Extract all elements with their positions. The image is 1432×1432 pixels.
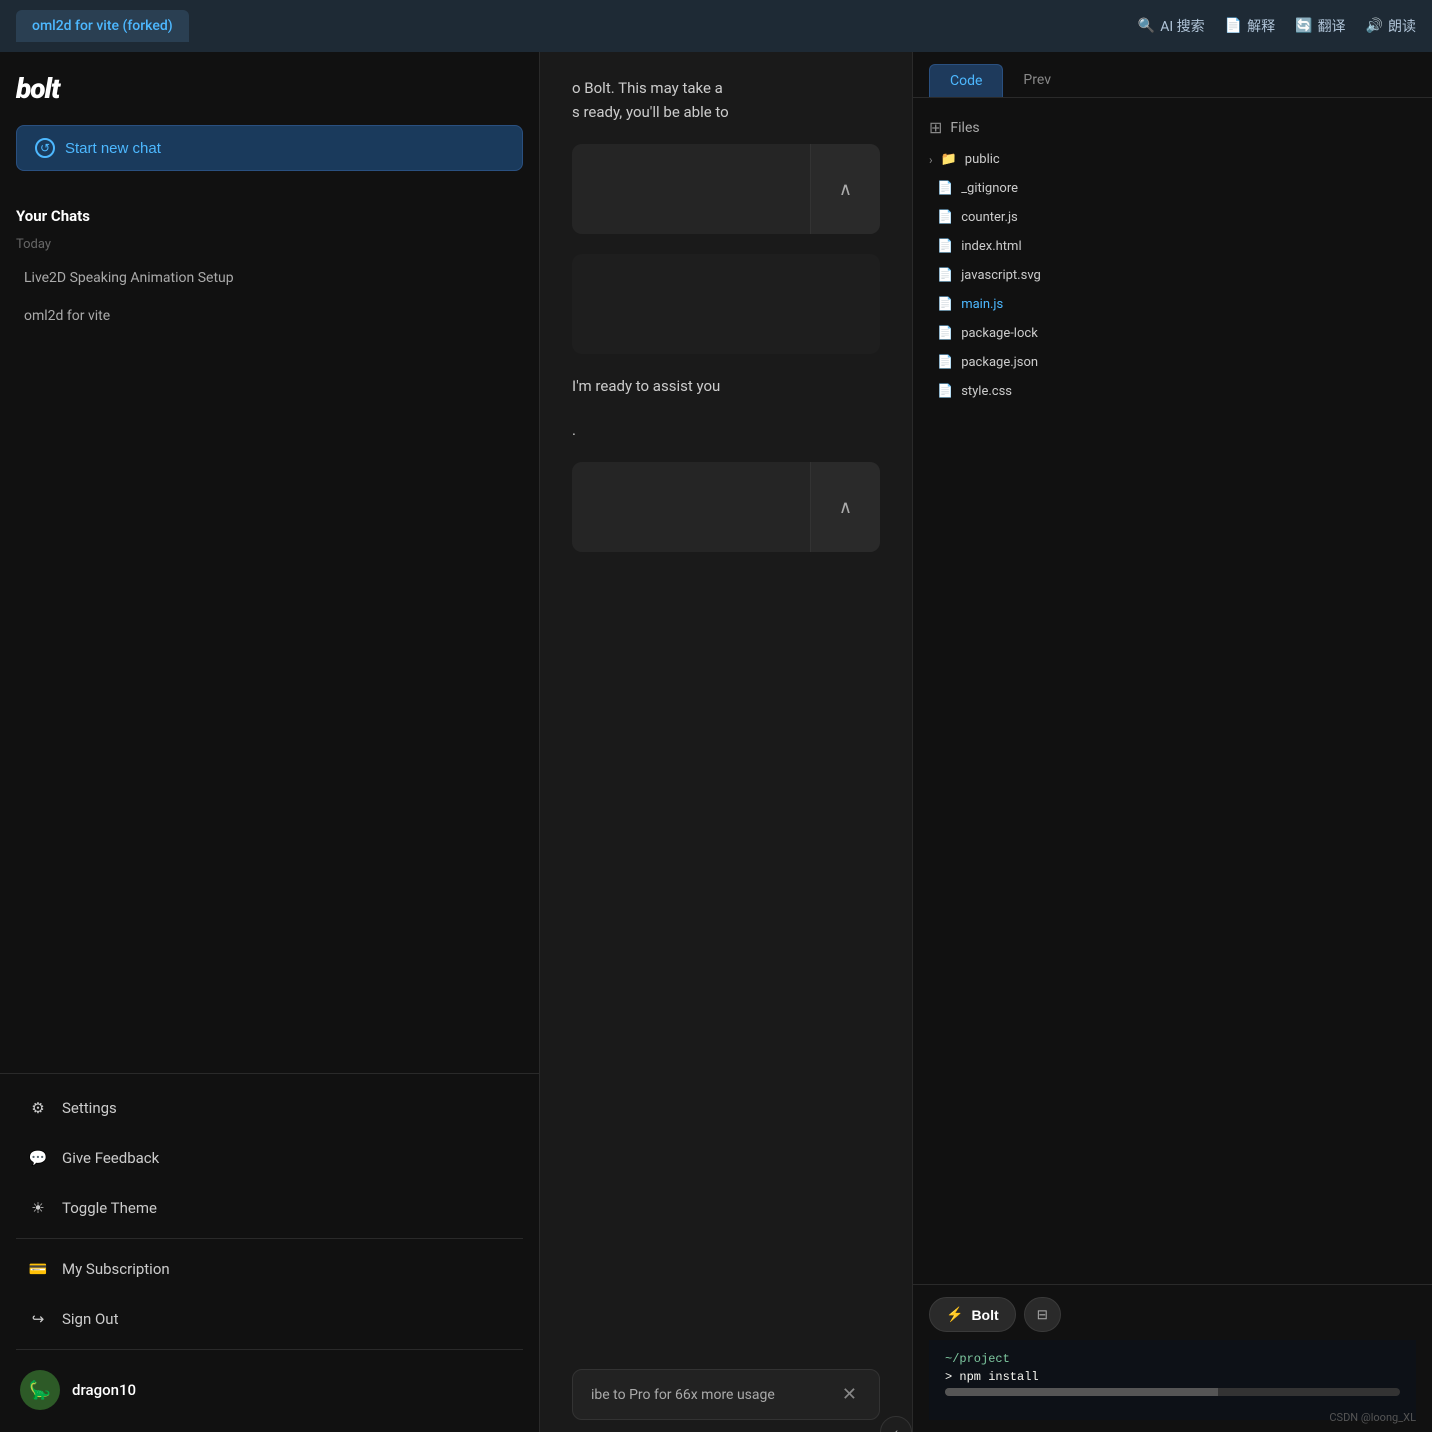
code-panel: Code Prev ⊞ Files › 📁 public 📄 _gitignor…: [912, 52, 1432, 1432]
collapsible-block-2: ∧: [572, 462, 880, 552]
sidebar-bottom: ⚙ Settings 💬 Give Feedback ☀ Toggle Them…: [0, 1073, 539, 1432]
chat-area: o Bolt. This may take a s ready, you'll …: [540, 52, 912, 1432]
subscribe-banner: ibe to Pro for 66x more usage ✕: [572, 1369, 880, 1420]
folder-icon-public: 📁: [941, 152, 957, 167]
settings-menu-item[interactable]: ⚙ Settings: [8, 1084, 531, 1132]
username: dragon10: [72, 1381, 136, 1399]
sidebar: bolt ↺ Start new chat Your Chats Today L…: [0, 52, 540, 1432]
ai-search-tool[interactable]: 🔍 AI 搜索: [1138, 16, 1205, 36]
sidebar-divider-2: [16, 1349, 523, 1350]
give-feedback-menu-item[interactable]: 💬 Give Feedback: [8, 1134, 531, 1182]
folder-chevron-icon: ›: [929, 153, 933, 167]
file-tree-header: ⊞ Files: [913, 110, 1432, 145]
file-icon-package-json: 📄: [937, 355, 953, 370]
file-icon-style-css: 📄: [937, 384, 953, 399]
terminal-command: > npm install: [945, 1370, 1400, 1384]
terminal-prompt: ~/project: [945, 1352, 1400, 1366]
file-icon-js-svg: 📄: [937, 268, 953, 283]
folder-public[interactable]: › 📁 public: [913, 145, 1432, 174]
sidebar-divider-1: [16, 1238, 523, 1239]
today-label: Today: [16, 237, 523, 252]
code-panel-bottom: ⚡ Bolt ⊟ ~/project > npm install: [913, 1284, 1432, 1432]
settings-icon: ⚙: [28, 1098, 48, 1118]
translate-icon: 🔄: [1295, 18, 1312, 34]
file-icon-main: 📄: [937, 297, 953, 312]
sign-out-menu-item[interactable]: ↪ Sign Out: [8, 1295, 531, 1343]
file-icon-gitignore: 📄: [937, 181, 953, 196]
logo: bolt: [16, 72, 523, 105]
file-main-js[interactable]: 📄 main.js: [913, 290, 1432, 319]
chat-item-live2d[interactable]: Live2D Speaking Animation Setup: [16, 260, 523, 296]
watermark: CSDN @loong_XL: [1329, 1411, 1416, 1424]
subscribe-text: ibe to Pro for 66x more usage: [591, 1387, 775, 1403]
tab-code[interactable]: Code: [929, 64, 1003, 97]
read-aloud-tool[interactable]: 🔊 朗读: [1366, 16, 1416, 36]
file-icon-counter: 📄: [937, 210, 953, 225]
code-content-left-1: [572, 144, 810, 234]
message-text-1a: o Bolt. This may take a: [572, 76, 880, 100]
ai-search-icon: 🔍: [1138, 18, 1155, 34]
feedback-icon: 💬: [28, 1148, 48, 1168]
message-text-2a: I'm ready to assist you: [572, 374, 880, 398]
terminal-icon-button[interactable]: ⊟: [1024, 1297, 1061, 1332]
sidebar-top: bolt ↺ Start new chat: [0, 52, 539, 187]
sign-out-icon: ↪: [28, 1309, 48, 1329]
avatar: 🦕: [20, 1370, 60, 1410]
sidebar-spacer: [0, 344, 539, 1073]
my-subscription-menu-item[interactable]: 💳 My Subscription: [8, 1245, 531, 1293]
collapsible-block-1: ∧: [572, 144, 880, 234]
explain-icon: 📄: [1225, 18, 1242, 34]
file-style-css[interactable]: 📄 style.css: [913, 377, 1432, 406]
file-package-lock[interactable]: 📄 package-lock: [913, 319, 1432, 348]
files-grid-icon: ⊞: [929, 118, 942, 137]
file-icon-index: 📄: [937, 239, 953, 254]
read-aloud-icon: 🔊: [1366, 18, 1383, 34]
explain-tool[interactable]: 📄 解释: [1225, 16, 1275, 36]
chat-item-oml2d[interactable]: oml2d for vite: [16, 298, 523, 334]
your-chats-title: Your Chats: [16, 207, 523, 225]
toggle-theme-menu-item[interactable]: ☀ Toggle Theme: [8, 1184, 531, 1232]
new-chat-icon: ↺: [35, 138, 55, 158]
file-index-html[interactable]: 📄 index.html: [913, 232, 1432, 261]
theme-icon: ☀: [28, 1198, 48, 1218]
start-new-chat-button[interactable]: ↺ Start new chat: [16, 125, 523, 171]
terminal-icon: ⊟: [1037, 1307, 1048, 1322]
close-subscribe-banner-button[interactable]: ✕: [838, 1384, 861, 1405]
your-chats-section: Your Chats Today Live2D Speaking Animati…: [0, 187, 539, 344]
terminal-area: ~/project > npm install: [929, 1340, 1416, 1420]
browser-tab-active[interactable]: oml2d for vite (forked): [16, 10, 189, 42]
user-profile[interactable]: 🦕 dragon10: [0, 1356, 539, 1424]
message-text-2b: .: [572, 418, 880, 442]
code-panel-tabs: Code Prev: [913, 52, 1432, 98]
bolt-lightning-icon: ⚡: [946, 1306, 963, 1323]
file-tree: ⊞ Files › 📁 public 📄 _gitignore 📄 counte…: [913, 98, 1432, 1284]
collapse-right-panel-button[interactable]: ‹: [880, 1416, 912, 1432]
main-layout: bolt ↺ Start new chat Your Chats Today L…: [0, 52, 1432, 1432]
file-counter-js[interactable]: 📄 counter.js: [913, 203, 1432, 232]
subscription-icon: 💳: [28, 1259, 48, 1279]
terminal-progress-bar: [945, 1388, 1218, 1396]
file-javascript-svg[interactable]: 📄 javascript.svg: [913, 261, 1432, 290]
chat-messages: o Bolt. This may take a s ready, you'll …: [540, 52, 912, 1369]
bolt-button[interactable]: ⚡ Bolt: [929, 1297, 1016, 1332]
message-block-1: o Bolt. This may take a s ready, you'll …: [572, 76, 880, 124]
file-package-json[interactable]: 📄 package.json: [913, 348, 1432, 377]
message-text-1b: s ready, you'll be able to: [572, 100, 880, 124]
message-spacer-1: [572, 254, 880, 354]
tab-preview[interactable]: Prev: [1003, 64, 1071, 97]
browser-bar: oml2d for vite (forked) 🔍 AI 搜索 📄 解释 🔄 翻…: [0, 0, 1432, 52]
collapse-toggle-1[interactable]: ∧: [810, 144, 880, 234]
file-icon-package-lock: 📄: [937, 326, 953, 341]
browser-tools: 🔍 AI 搜索 📄 解释 🔄 翻译 🔊 朗读: [1138, 16, 1416, 36]
chevron-up-icon-2: ∧: [839, 497, 852, 518]
file-gitignore[interactable]: 📄 _gitignore: [913, 174, 1432, 203]
chevron-up-icon-1: ∧: [839, 179, 852, 200]
code-content-left-2: [572, 462, 810, 552]
terminal-progress-bar-container: [945, 1388, 1400, 1396]
translate-tool[interactable]: 🔄 翻译: [1295, 16, 1345, 36]
collapse-toggle-2[interactable]: ∧: [810, 462, 880, 552]
